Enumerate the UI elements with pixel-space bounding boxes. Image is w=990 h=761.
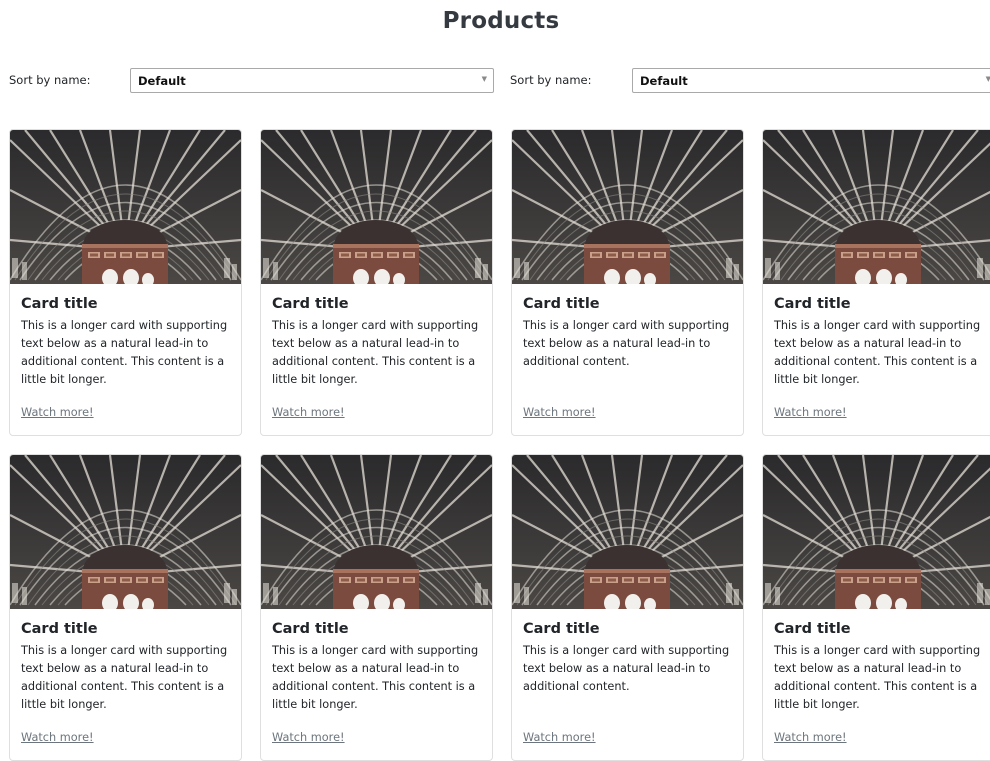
watch-more-link[interactable]: Watch more! — [21, 406, 94, 419]
chevron-down-icon: ▼ — [985, 75, 990, 83]
sort-label: Sort by name: — [510, 73, 592, 87]
card-image — [512, 455, 743, 609]
card-body: Card title This is a longer card with sup… — [272, 619, 484, 714]
card-image — [512, 130, 743, 284]
card-image — [261, 455, 492, 609]
product-card: Card title This is a longer card with sup… — [762, 454, 990, 761]
watch-more-link[interactable]: Watch more! — [523, 406, 596, 419]
card-title: Card title — [21, 621, 98, 637]
product-card: Card title This is a longer card with sup… — [260, 129, 493, 436]
card-image — [763, 455, 990, 609]
product-card: Card title This is a longer card with sup… — [511, 454, 744, 761]
card-body: Card title This is a longer card with sup… — [523, 619, 735, 696]
sort-select-value: Default — [640, 74, 688, 88]
sort-label: Sort by name: — [9, 73, 91, 87]
card-text: This is a longer card with supporting te… — [21, 644, 228, 711]
card-text: This is a longer card with supporting te… — [272, 319, 479, 386]
watch-more-link[interactable]: Watch more! — [272, 731, 345, 744]
card-text: This is a longer card with supporting te… — [523, 644, 730, 693]
card-title: Card title — [774, 296, 851, 312]
watch-more-link[interactable]: Watch more! — [523, 731, 596, 744]
watch-more-link[interactable]: Watch more! — [774, 406, 847, 419]
sort-control: Sort by name: Default ▼ — [510, 68, 990, 93]
card-body: Card title This is a longer card with sup… — [774, 294, 986, 389]
product-card: Card title This is a longer card with sup… — [762, 129, 990, 436]
card-title: Card title — [523, 296, 600, 312]
card-image — [10, 130, 241, 284]
card-image — [763, 130, 990, 284]
card-text: This is a longer card with supporting te… — [21, 319, 228, 386]
card-body: Card title This is a longer card with sup… — [21, 294, 233, 389]
card-body: Card title This is a longer card with sup… — [272, 294, 484, 389]
card-title: Card title — [272, 621, 349, 637]
card-text: This is a longer card with supporting te… — [774, 644, 981, 711]
card-body: Card title This is a longer card with sup… — [774, 619, 986, 714]
card-title: Card title — [272, 296, 349, 312]
sort-select[interactable]: Default ▼ — [632, 68, 990, 93]
card-image — [261, 130, 492, 284]
card-title: Card title — [774, 621, 851, 637]
product-card: Card title This is a longer card with sup… — [260, 454, 493, 761]
card-body: Card title This is a longer card with sup… — [21, 619, 233, 714]
card-text: This is a longer card with supporting te… — [523, 319, 730, 368]
card-body: Card title This is a longer card with sup… — [523, 294, 735, 371]
card-title: Card title — [523, 621, 600, 637]
watch-more-link[interactable]: Watch more! — [272, 406, 345, 419]
watch-more-link[interactable]: Watch more! — [774, 731, 847, 744]
chevron-down-icon: ▼ — [481, 75, 487, 83]
card-text: This is a longer card with supporting te… — [272, 644, 479, 711]
sort-control: Sort by name: Default ▼ — [9, 68, 494, 93]
card-image — [10, 455, 241, 609]
watch-more-link[interactable]: Watch more! — [21, 731, 94, 744]
page-title: Products — [442, 8, 560, 34]
card-text: This is a longer card with supporting te… — [774, 319, 981, 386]
product-card: Card title This is a longer card with sup… — [9, 454, 242, 761]
product-card: Card title This is a longer card with sup… — [9, 129, 242, 436]
card-title: Card title — [21, 296, 98, 312]
sort-select-value: Default — [138, 74, 186, 88]
product-card: Card title This is a longer card with sup… — [511, 129, 744, 436]
sort-select[interactable]: Default ▼ — [130, 68, 494, 93]
